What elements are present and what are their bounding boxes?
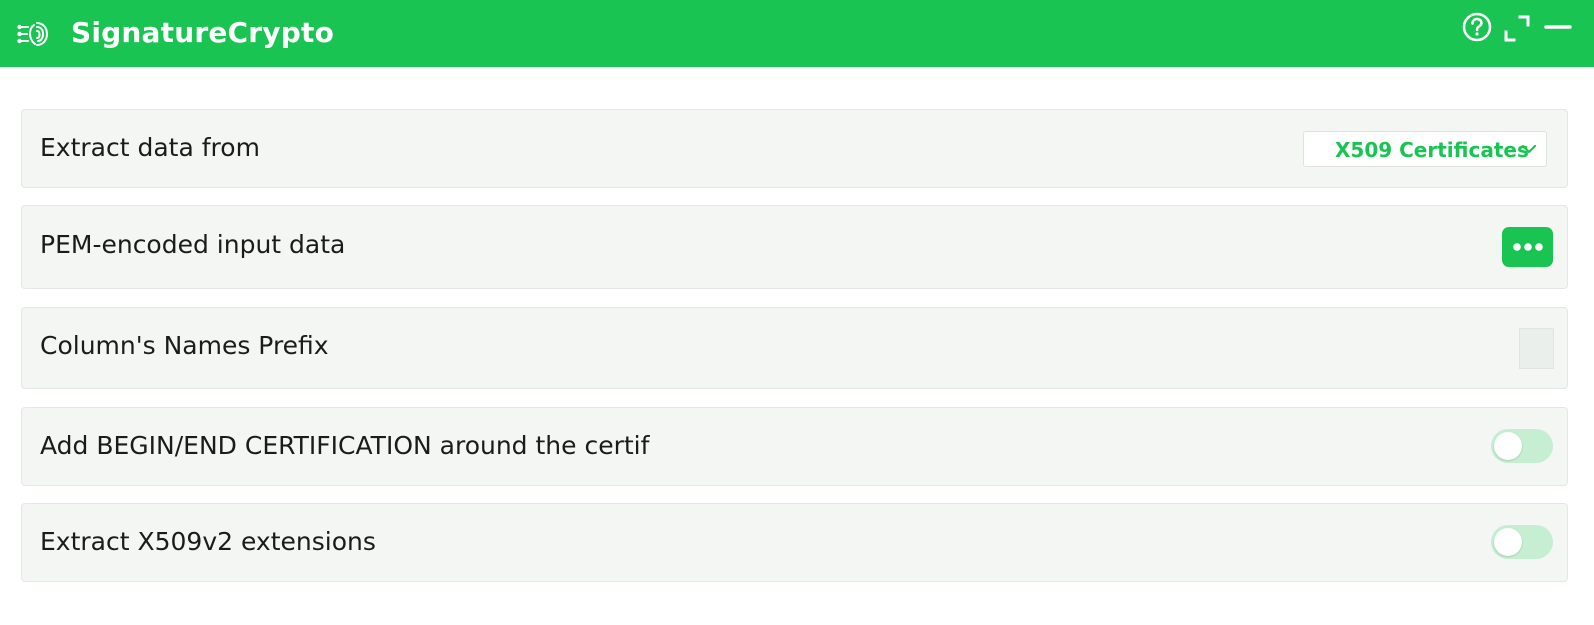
pem-input-label: PEM-encoded input data (40, 230, 346, 259)
app-title: SignatureCrypto (71, 16, 335, 49)
toggle-knob (1494, 528, 1522, 556)
pem-input-edit-button[interactable] (1502, 227, 1553, 267)
add-begin-end-row: Add BEGIN/END CERTIFICATION around the c… (21, 407, 1568, 486)
extract-from-selected: X509 Certificates (1335, 138, 1529, 162)
fullscreen-icon[interactable] (1502, 14, 1534, 46)
extract-v2-row: Extract X509v2 extensions (21, 503, 1568, 582)
more-options-icon (1513, 243, 1543, 251)
prefix-row: Column's Names Prefix (21, 307, 1568, 389)
toggle-knob (1494, 432, 1522, 460)
extract-v2-label: Extract X509v2 extensions (40, 527, 376, 556)
pem-input-row: PEM-encoded input data (21, 205, 1568, 289)
extract-from-row: Extract data from X509 Certificates (21, 109, 1568, 188)
fingerprint-circuit-icon (17, 22, 49, 46)
chevron-down-icon (1521, 144, 1537, 154)
extract-v2-toggle[interactable] (1491, 525, 1553, 559)
extract-from-label: Extract data from (40, 133, 260, 162)
title-bar: SignatureCrypto (0, 0, 1594, 67)
minimize-icon[interactable] (1543, 12, 1575, 44)
help-icon[interactable] (1461, 12, 1493, 44)
extract-from-select[interactable]: X509 Certificates (1303, 131, 1547, 167)
prefix-label: Column's Names Prefix (40, 331, 329, 360)
add-begin-end-label: Add BEGIN/END CERTIFICATION around the c… (40, 431, 650, 460)
prefix-input[interactable] (1519, 328, 1554, 369)
add-begin-end-toggle[interactable] (1491, 429, 1553, 463)
